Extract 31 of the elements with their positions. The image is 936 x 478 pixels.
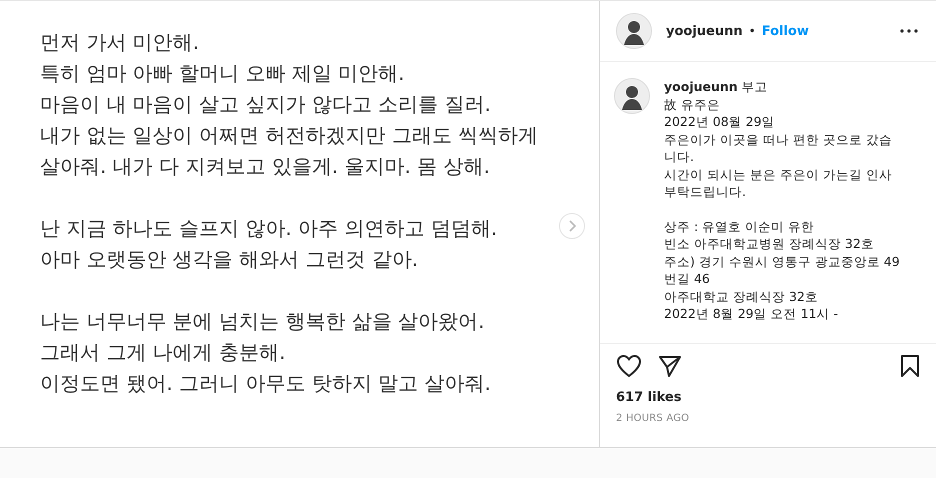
chevron-right-icon bbox=[567, 220, 577, 232]
avatar[interactable] bbox=[616, 13, 652, 49]
note-text-line: 내가 없는 일상이 어쩌면 허전하겠지만 그래도 씩씩하게 bbox=[40, 122, 538, 149]
note-text-line: 아마 오랫동안 생각을 해와서 그런것 같아. bbox=[40, 246, 418, 273]
caption-line: 주소) 경기 수원시 영통구 광교중앙로 49번길 46 bbox=[664, 252, 900, 288]
caption-line: 아주대학교 장례식장 32호 bbox=[664, 288, 819, 305]
separator-dot: • bbox=[748, 24, 756, 38]
post-time: 2 HOURS AGO bbox=[615, 412, 690, 424]
caption-line: yoojueunn 부고 bbox=[664, 78, 769, 96]
note-text-line: 그래서 그게 나에게 충분해. bbox=[40, 339, 286, 366]
caption-line: 주은이가 이곳을 떠나 편한 곳으로 갔습니다. bbox=[664, 130, 893, 166]
more-options-icon[interactable] bbox=[900, 29, 918, 33]
note-text-line: 살아줘. 내가 다 지켜보고 있을게. 울지마. 몸 상해. bbox=[40, 153, 490, 180]
note-text-line: 난 지금 하나도 슬프지 않아. 아주 의연하고 덤덤해. bbox=[40, 215, 498, 242]
share-icon[interactable] bbox=[658, 354, 682, 378]
note-text-line: 마음이 내 마음이 살고 싶지가 않다고 소리를 질러. bbox=[40, 91, 491, 118]
avatar[interactable] bbox=[614, 78, 650, 114]
caption-line: 2022년 8월 29일 오전 11시 - bbox=[664, 305, 839, 322]
note-text-line: 특히 엄마 아빠 할머니 오빠 제일 미안해. bbox=[40, 60, 405, 87]
caption-line: 2022년 08월 29일 bbox=[664, 113, 776, 130]
caption-line: 시간이 되시는 분은 주은이 가는길 인사부탁드립니다. bbox=[664, 166, 893, 200]
username-link[interactable]: yoojueunn bbox=[666, 24, 743, 38]
note-text-line: 나는 너무너무 분에 넘치는 행복한 삶을 살아왔어. bbox=[40, 308, 485, 335]
bookmark-icon[interactable] bbox=[900, 354, 920, 378]
caption-line: 상주 : 유열호 이순미 유한 bbox=[664, 218, 816, 235]
heart-icon[interactable] bbox=[616, 354, 642, 378]
caption-line: 빈소 아주대학교병원 장례식장 32호 bbox=[664, 235, 875, 252]
note-text-line: 이정도면 됐어. 그러니 아무도 탓하지 말고 살아줘. bbox=[40, 370, 491, 397]
likes-count[interactable]: 617 likes bbox=[600, 382, 936, 405]
note-text-line: 먼저 가서 미안해. bbox=[40, 29, 200, 56]
caption-line: 故 유주은 bbox=[664, 96, 721, 113]
